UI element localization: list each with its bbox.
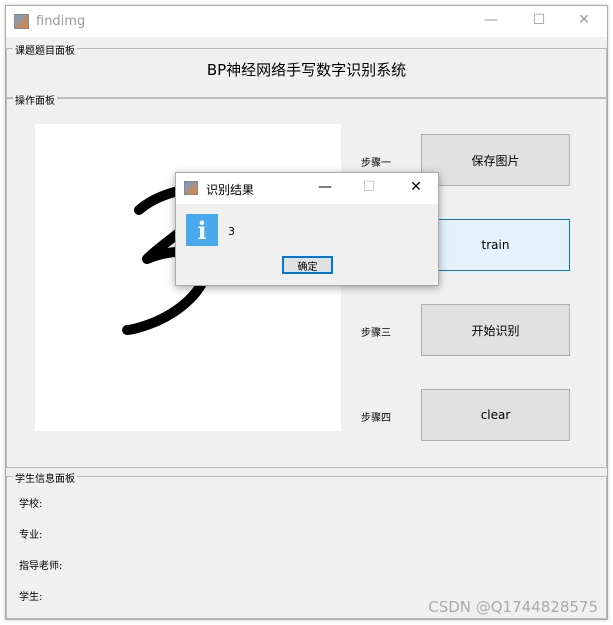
advisor-label: 指导老师: <box>19 561 63 572</box>
school-label: 学校: <box>19 499 43 510</box>
dialog-maximize-button[interactable]: ☐ <box>354 179 384 195</box>
step-1-label: 步骤一 <box>361 158 391 169</box>
dialog-close-button[interactable]: ✕ <box>401 179 431 195</box>
dialog-message: 3 <box>228 225 235 238</box>
info-icon: i <box>186 214 218 246</box>
clear-button[interactable]: clear <box>421 389 570 441</box>
step-3-label: 步骤三 <box>361 328 391 339</box>
close-button[interactable]: ✕ <box>569 12 599 28</box>
matlab-icon <box>184 181 198 195</box>
operation-panel-legend: 操作面板 <box>13 92 57 107</box>
window-title: findimg <box>36 14 86 29</box>
result-dialog: 识别结果 — ☐ ✕ i 3 确定 <box>175 172 439 286</box>
train-button[interactable]: train <box>421 219 570 271</box>
matlab-icon <box>14 14 29 29</box>
title-bar: findimg — ☐ ✕ <box>6 6 607 37</box>
dialog-title: 识别结果 <box>206 183 255 197</box>
dialog-title-bar: 识别结果 — ☐ ✕ <box>176 173 438 204</box>
watermark: CSDN @Q1744828575 <box>428 598 598 616</box>
major-label: 专业: <box>19 530 43 541</box>
maximize-button[interactable]: ☐ <box>524 12 554 28</box>
save-image-button[interactable]: 保存图片 <box>421 134 570 186</box>
title-panel-legend: 课题题目面板 <box>13 42 77 57</box>
system-title: BP神经网络手写数字识别系统 <box>206 61 407 79</box>
main-window: findimg — ☐ ✕ 课题题目面板 BP神经网络手写数字识别系统 操作面板… <box>5 5 608 620</box>
step-4-label: 步骤四 <box>361 413 391 424</box>
title-panel: 课题题目面板 BP神经网络手写数字识别系统 <box>6 42 607 98</box>
student-label: 学生: <box>19 592 43 603</box>
student-panel-legend: 学生信息面板 <box>13 470 77 485</box>
start-recognition-button[interactable]: 开始识别 <box>421 304 570 356</box>
ok-button[interactable]: 确定 <box>282 256 333 274</box>
minimize-button[interactable]: — <box>476 12 506 28</box>
dialog-minimize-button[interactable]: — <box>310 179 340 195</box>
